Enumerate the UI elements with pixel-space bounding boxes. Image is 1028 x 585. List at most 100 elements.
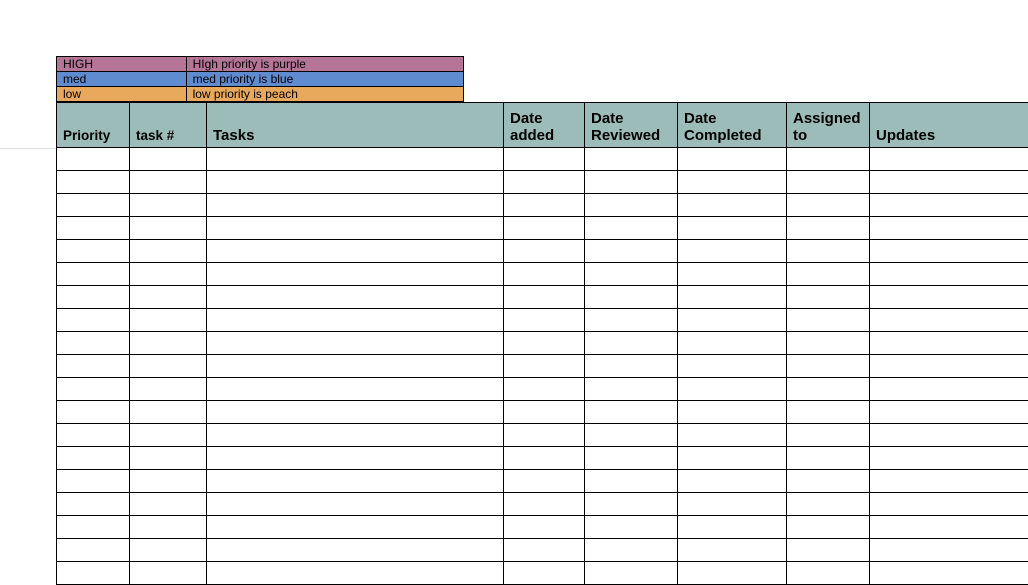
cell[interactable] xyxy=(207,309,504,332)
cell[interactable] xyxy=(504,263,585,286)
cell[interactable] xyxy=(207,447,504,470)
cell[interactable] xyxy=(504,562,585,585)
cell[interactable] xyxy=(57,516,130,539)
cell[interactable] xyxy=(130,194,207,217)
cell[interactable] xyxy=(678,493,787,516)
cell[interactable] xyxy=(870,309,1028,332)
cell[interactable] xyxy=(870,240,1028,263)
cell[interactable] xyxy=(130,240,207,263)
cell[interactable] xyxy=(130,171,207,194)
cell[interactable] xyxy=(787,286,870,309)
cell[interactable] xyxy=(787,378,870,401)
cell[interactable] xyxy=(585,539,678,562)
cell[interactable] xyxy=(207,424,504,447)
cell[interactable] xyxy=(207,263,504,286)
cell[interactable] xyxy=(678,309,787,332)
cell[interactable] xyxy=(207,286,504,309)
cell[interactable] xyxy=(504,194,585,217)
cell[interactable] xyxy=(585,286,678,309)
cell[interactable] xyxy=(678,355,787,378)
cell[interactable] xyxy=(585,424,678,447)
cell[interactable] xyxy=(678,378,787,401)
cell[interactable] xyxy=(57,217,130,240)
cell[interactable] xyxy=(870,355,1028,378)
cell[interactable] xyxy=(504,378,585,401)
cell[interactable] xyxy=(870,194,1028,217)
cell[interactable] xyxy=(870,148,1028,171)
cell[interactable] xyxy=(585,378,678,401)
cell[interactable] xyxy=(504,171,585,194)
cell[interactable] xyxy=(504,217,585,240)
cell[interactable] xyxy=(57,470,130,493)
cell[interactable] xyxy=(130,516,207,539)
cell[interactable] xyxy=(870,447,1028,470)
cell[interactable] xyxy=(207,516,504,539)
cell[interactable] xyxy=(585,263,678,286)
cell[interactable] xyxy=(870,401,1028,424)
cell[interactable] xyxy=(57,240,130,263)
cell[interactable] xyxy=(787,493,870,516)
cell[interactable] xyxy=(678,332,787,355)
cell[interactable] xyxy=(504,539,585,562)
cell[interactable] xyxy=(870,516,1028,539)
cell[interactable] xyxy=(870,332,1028,355)
cell[interactable] xyxy=(787,240,870,263)
cell[interactable] xyxy=(870,217,1028,240)
cell[interactable] xyxy=(504,470,585,493)
cell[interactable] xyxy=(57,493,130,516)
cell[interactable] xyxy=(678,240,787,263)
cell[interactable] xyxy=(585,171,678,194)
cell[interactable] xyxy=(130,447,207,470)
cell[interactable] xyxy=(207,171,504,194)
cell[interactable] xyxy=(130,309,207,332)
cell[interactable] xyxy=(678,562,787,585)
cell[interactable] xyxy=(504,355,585,378)
cell[interactable] xyxy=(207,148,504,171)
cell[interactable] xyxy=(57,447,130,470)
cell[interactable] xyxy=(787,516,870,539)
cell[interactable] xyxy=(870,286,1028,309)
cell[interactable] xyxy=(130,263,207,286)
cell[interactable] xyxy=(130,470,207,493)
cell[interactable] xyxy=(585,447,678,470)
cell[interactable] xyxy=(870,470,1028,493)
cell[interactable] xyxy=(130,401,207,424)
cell[interactable] xyxy=(57,355,130,378)
cell[interactable] xyxy=(504,240,585,263)
cell[interactable] xyxy=(57,171,130,194)
cell[interactable] xyxy=(207,194,504,217)
cell[interactable] xyxy=(678,516,787,539)
cell[interactable] xyxy=(130,562,207,585)
cell[interactable] xyxy=(57,332,130,355)
cell[interactable] xyxy=(130,493,207,516)
cell[interactable] xyxy=(504,516,585,539)
cell[interactable] xyxy=(130,355,207,378)
cell[interactable] xyxy=(787,424,870,447)
cell[interactable] xyxy=(57,424,130,447)
cell[interactable] xyxy=(585,493,678,516)
cell[interactable] xyxy=(870,562,1028,585)
cell[interactable] xyxy=(585,332,678,355)
cell[interactable] xyxy=(207,493,504,516)
cell[interactable] xyxy=(207,240,504,263)
cell[interactable] xyxy=(678,447,787,470)
cell[interactable] xyxy=(57,194,130,217)
cell[interactable] xyxy=(678,539,787,562)
cell[interactable] xyxy=(678,424,787,447)
cell[interactable] xyxy=(585,516,678,539)
cell[interactable] xyxy=(870,263,1028,286)
cell[interactable] xyxy=(504,493,585,516)
cell[interactable] xyxy=(678,217,787,240)
cell[interactable] xyxy=(585,309,678,332)
cell[interactable] xyxy=(504,447,585,470)
cell[interactable] xyxy=(870,171,1028,194)
cell[interactable] xyxy=(787,401,870,424)
cell[interactable] xyxy=(678,194,787,217)
cell[interactable] xyxy=(787,194,870,217)
cell[interactable] xyxy=(130,539,207,562)
cell[interactable] xyxy=(504,401,585,424)
cell[interactable] xyxy=(585,240,678,263)
cell[interactable] xyxy=(57,148,130,171)
cell[interactable] xyxy=(207,355,504,378)
cell[interactable] xyxy=(678,470,787,493)
